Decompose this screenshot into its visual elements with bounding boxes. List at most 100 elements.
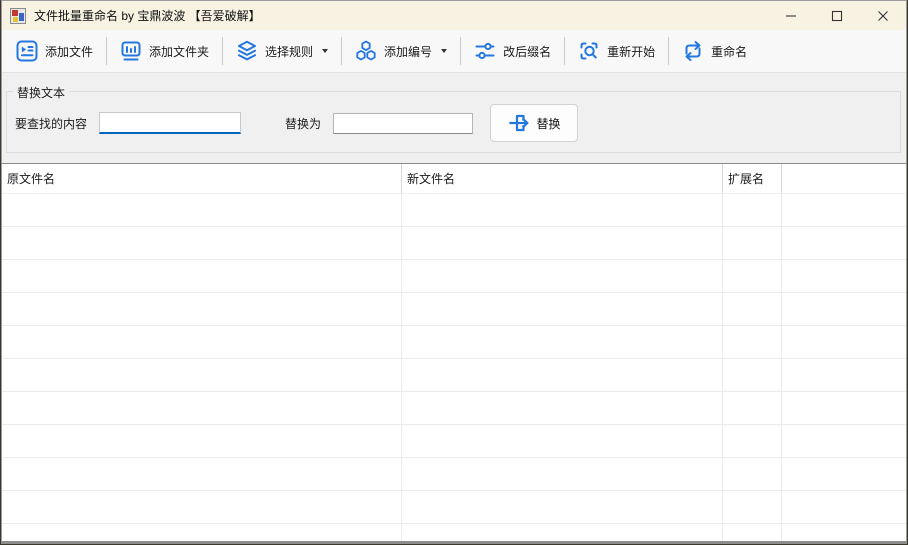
replace-with-label: 替换为 — [285, 115, 321, 132]
table-cell[interactable] — [2, 524, 402, 541]
table-row[interactable] — [2, 425, 906, 458]
table-cell[interactable] — [782, 194, 906, 227]
table-cell[interactable] — [2, 326, 402, 359]
table-cell[interactable] — [402, 425, 723, 458]
table-cell[interactable] — [2, 359, 402, 392]
toolbar-button-restart[interactable]: 重新开始 — [568, 33, 665, 69]
toolbar-separator — [222, 37, 223, 65]
table-cell[interactable] — [723, 194, 782, 227]
table-cell[interactable] — [782, 227, 906, 260]
table-cell[interactable] — [402, 260, 723, 293]
replace-with-input[interactable] — [333, 113, 473, 134]
dropdown-arrow-icon[interactable] — [322, 49, 328, 53]
table-cell[interactable] — [782, 458, 906, 491]
table-cell[interactable] — [782, 260, 906, 293]
table-cell[interactable] — [782, 524, 906, 541]
table-cell[interactable] — [402, 359, 723, 392]
table-cell[interactable] — [723, 392, 782, 425]
toolbar-separator — [106, 37, 107, 65]
toolbar-button-add-number[interactable]: 添加编号 — [345, 33, 457, 69]
toolbar-button-label: 选择规则 — [265, 43, 313, 60]
table-cell[interactable] — [402, 326, 723, 359]
toolbar-separator — [668, 37, 669, 65]
table-row[interactable] — [2, 326, 906, 359]
table-cell[interactable] — [402, 194, 723, 227]
minimize-button[interactable] — [768, 1, 814, 30]
column-header-3[interactable]: 扩展名 — [723, 164, 782, 194]
dropdown-arrow-icon[interactable] — [441, 49, 447, 53]
table-cell[interactable] — [2, 260, 402, 293]
table-cell[interactable] — [402, 293, 723, 326]
table-row[interactable] — [2, 260, 906, 293]
table-cell[interactable] — [402, 392, 723, 425]
layers-icon — [236, 40, 258, 62]
table-row[interactable] — [2, 392, 906, 425]
table-cell[interactable] — [723, 524, 782, 541]
table-cell[interactable] — [782, 392, 906, 425]
column-header-1[interactable]: 原文件名 — [2, 164, 402, 194]
table-row[interactable] — [2, 458, 906, 491]
table-header-row: 原文件名新文件名扩展名 — [2, 164, 906, 194]
column-header-2[interactable]: 新文件名 — [402, 164, 723, 194]
table-cell[interactable] — [723, 491, 782, 524]
table-cell[interactable] — [2, 458, 402, 491]
table-cell[interactable] — [723, 425, 782, 458]
table-cell[interactable] — [402, 491, 723, 524]
table-cell[interactable] — [782, 293, 906, 326]
table-row[interactable] — [2, 194, 906, 227]
replace-panel: 替换文本 要查找的内容 替换为 — [2, 73, 906, 163]
toolbar-separator — [564, 37, 565, 65]
table-cell[interactable] — [2, 194, 402, 227]
table-cell[interactable] — [723, 359, 782, 392]
table-cell[interactable] — [2, 227, 402, 260]
table-cell[interactable] — [723, 326, 782, 359]
toolbar: 添加文件添加文件夹 选择规则 添加编号 改后缀名 重新开始 重命名 — [2, 30, 906, 73]
close-button[interactable] — [860, 1, 906, 30]
groupbox-title: 替换文本 — [13, 84, 69, 101]
table-cell[interactable] — [723, 260, 782, 293]
toolbar-button-label: 改后缀名 — [503, 43, 551, 60]
window-controls — [768, 1, 906, 30]
table-cell[interactable] — [723, 293, 782, 326]
replace-text-groupbox: 替换文本 要查找的内容 替换为 — [6, 91, 901, 153]
toolbar-button-select-rule[interactable]: 选择规则 — [226, 33, 338, 69]
toolbar-button-rename[interactable]: 重命名 — [672, 33, 757, 69]
table-cell[interactable] — [782, 326, 906, 359]
table-row[interactable] — [2, 491, 906, 524]
table-cell[interactable] — [723, 458, 782, 491]
toolbar-button-change-extension[interactable]: 改后缀名 — [464, 33, 561, 69]
table-row[interactable] — [2, 359, 906, 392]
maximize-button[interactable] — [814, 1, 860, 30]
window-title: 文件批量重命名 by 宝鼎波波 【吾爱破解】 — [34, 7, 261, 24]
replace-button-label: 替换 — [537, 115, 561, 132]
loop-arrows-icon — [682, 40, 704, 62]
table-cell[interactable] — [402, 524, 723, 541]
file-table: 原文件名新文件名扩展名 — [2, 163, 906, 541]
table-cell[interactable] — [782, 491, 906, 524]
find-input[interactable] — [99, 112, 241, 134]
table-cell[interactable] — [402, 458, 723, 491]
table-cell[interactable] — [723, 227, 782, 260]
column-header-filler — [782, 164, 906, 194]
toolbar-button-label: 重新开始 — [607, 43, 655, 60]
toolbar-button-label: 重命名 — [711, 43, 747, 60]
playlist-add-icon — [16, 40, 38, 62]
table-cell[interactable] — [2, 425, 402, 458]
toolbar-separator — [460, 37, 461, 65]
replace-button[interactable]: 替换 — [490, 104, 578, 142]
table-cell[interactable] — [2, 491, 402, 524]
sliders-icon — [474, 40, 496, 62]
table-row[interactable] — [2, 293, 906, 326]
toolbar-button-add-files[interactable]: 添加文件 — [6, 33, 103, 69]
table-row[interactable] — [2, 524, 906, 541]
chart-board-icon — [120, 40, 142, 62]
table-cell[interactable] — [782, 359, 906, 392]
table-cell[interactable] — [2, 293, 402, 326]
table-cell[interactable] — [782, 425, 906, 458]
replace-arrow-icon — [508, 111, 532, 135]
table-cell[interactable] — [402, 227, 723, 260]
toolbar-button-label: 添加编号 — [384, 43, 432, 60]
toolbar-button-add-folder[interactable]: 添加文件夹 — [110, 33, 219, 69]
table-cell[interactable] — [2, 392, 402, 425]
table-row[interactable] — [2, 227, 906, 260]
